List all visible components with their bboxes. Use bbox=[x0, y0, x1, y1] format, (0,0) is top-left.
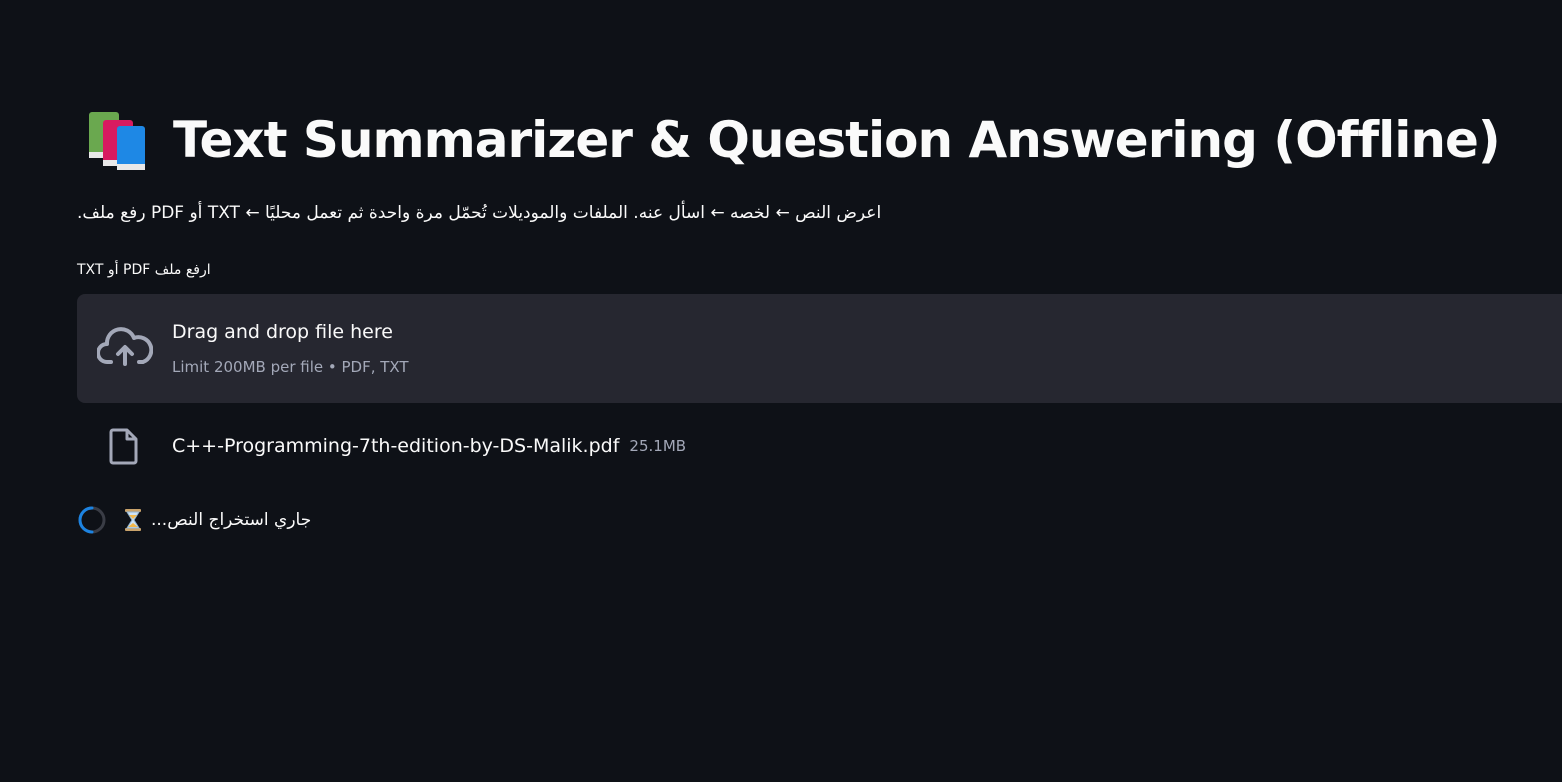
processing-status: جاري استخراج النص... bbox=[77, 504, 311, 536]
hourglass-icon bbox=[121, 508, 145, 532]
page-subtitle: اعرض النص ← لخصه ← اسأل عنه. الملفات وال… bbox=[77, 203, 882, 223]
file-uploader-label: ارفع ملف PDF أو TXT bbox=[77, 262, 211, 278]
page-title-text: Text Summarizer & Question Answering (Of… bbox=[173, 111, 1501, 169]
uploaded-file-item: C++-Programming-7th-edition-by-DS-Malik.… bbox=[107, 426, 686, 466]
loading-spinner-icon bbox=[77, 505, 107, 535]
status-message: جاري استخراج النص... bbox=[151, 510, 312, 530]
books-icon bbox=[85, 108, 149, 172]
cloud-upload-icon bbox=[96, 324, 154, 372]
uploaded-file-name: C++-Programming-7th-edition-by-DS-Malik.… bbox=[172, 435, 620, 457]
dropzone-file-limit: Limit 200MB per file • PDF, TXT bbox=[172, 358, 409, 376]
file-dropzone[interactable]: Drag and drop file here Limit 200MB per … bbox=[77, 294, 1562, 403]
main-content: Text Summarizer & Question Answering (Of… bbox=[77, 0, 1562, 782]
file-icon bbox=[107, 427, 141, 465]
uploaded-file-size: 25.1MB bbox=[629, 437, 687, 455]
page-title: Text Summarizer & Question Answering (Of… bbox=[85, 108, 1501, 172]
dropzone-instructions: Drag and drop file here bbox=[172, 321, 393, 343]
